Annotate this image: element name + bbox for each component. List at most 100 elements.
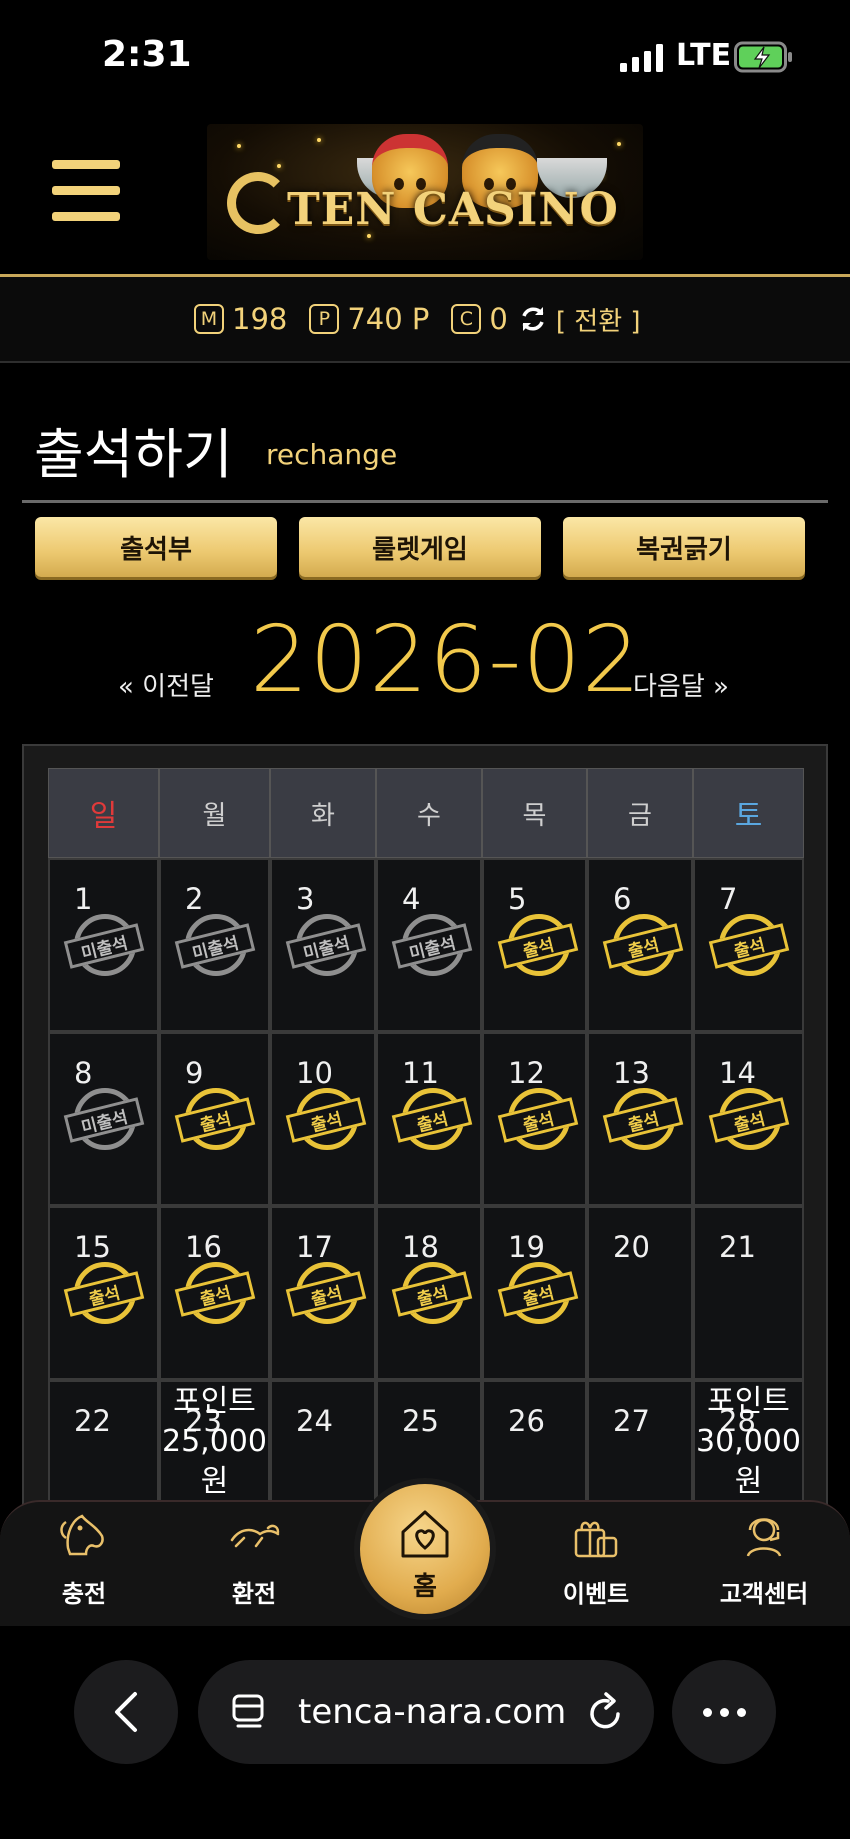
day-number: 26: [508, 1404, 545, 1438]
horse-head-icon: [60, 1514, 104, 1556]
calendar-day-cell[interactable]: 22: [48, 1380, 159, 1512]
calendar-day-cell[interactable]: 8 미출석: [48, 1032, 159, 1206]
calendar-day-cell[interactable]: 23 포인트 25,000 원: [159, 1380, 270, 1512]
nav-charge-label: 충전: [61, 1580, 107, 1608]
calendar-day-cell[interactable]: 28 포인트 30,000 원: [693, 1380, 804, 1512]
calendar-day-cell[interactable]: 20: [587, 1206, 693, 1380]
calendar-day-cell[interactable]: 14 출석: [693, 1032, 804, 1206]
nav-support[interactable]: 고객센터: [704, 1502, 824, 1628]
nav-event[interactable]: 이벤트: [536, 1502, 656, 1628]
site-logo[interactable]: TEN CASINO: [207, 124, 643, 260]
day-number: 20: [613, 1230, 650, 1264]
lottery-tab-button[interactable]: 복권긁기: [563, 517, 805, 577]
calendar-day-cell[interactable]: 1 미출석: [48, 858, 159, 1032]
day-number: 9: [185, 1056, 204, 1090]
attendance-calendar: 일월화수목금토 1 미출석 2 미출석 3 미출석 4 미출석 5 출석 6 출석 7 출석 8 미출석 9 출석…: [22, 744, 828, 1514]
day-number: 1: [74, 882, 93, 916]
calendar-day-cell[interactable]: 12 출석: [482, 1032, 587, 1206]
battery-charging-icon: [734, 41, 792, 73]
refresh-icon[interactable]: [518, 304, 548, 334]
nav-charge[interactable]: 충전: [24, 1502, 144, 1628]
calendar-day-cell[interactable]: 2 미출석: [159, 858, 270, 1032]
calendar-day-cell[interactable]: 6 출석: [587, 858, 693, 1032]
calendar-day-cell[interactable]: 11 출석: [376, 1032, 482, 1206]
nav-exchange[interactable]: 환전: [194, 1502, 314, 1628]
weekday-cell: 일: [48, 768, 159, 858]
attended-stamp-icon: 출석: [285, 1088, 367, 1154]
day-number: 19: [508, 1230, 545, 1264]
weekday-cell: 토: [693, 768, 804, 858]
next-month-link[interactable]: 다음달 »: [633, 666, 729, 703]
calendar-day-cell[interactable]: 27: [587, 1380, 693, 1512]
coin-value: 0: [489, 302, 508, 336]
attended-stamp-icon: 출석: [63, 1262, 145, 1328]
calendar-day-cell[interactable]: 13 출석: [587, 1032, 693, 1206]
day-number: 27: [613, 1404, 650, 1438]
browser-back-button[interactable]: [74, 1660, 178, 1764]
weekday-cell: 수: [376, 768, 482, 858]
calendar-day-cell[interactable]: 21: [693, 1206, 804, 1380]
calendar-week-row: 1 미출석 2 미출석 3 미출석 4 미출석 5 출석 6 출석 7 출석: [48, 858, 804, 1032]
calendar-week-row: 15 출석 16 출석 17 출석 18 출석 19 출석 20 21: [48, 1206, 804, 1380]
day-number: 22: [74, 1404, 111, 1438]
home-heart-icon: [401, 1510, 449, 1558]
address-bar[interactable]: tenca-nara.com: [198, 1660, 654, 1764]
absent-stamp-icon: 미출석: [391, 914, 473, 980]
weekday-cell: 월: [159, 768, 270, 858]
reload-icon[interactable]: [586, 1690, 626, 1734]
day-number: 12: [508, 1056, 545, 1090]
calendar-day-cell[interactable]: 16 출석: [159, 1206, 270, 1380]
more-dot-icon: [719, 1707, 729, 1717]
attended-stamp-icon: 출석: [708, 914, 790, 980]
menu-bar-icon: [52, 160, 120, 169]
nav-event-label: 이벤트: [562, 1580, 630, 1608]
calendar-day-cell[interactable]: 19 출석: [482, 1206, 587, 1380]
title-divider: [22, 500, 828, 503]
day-number: 13: [613, 1056, 650, 1090]
calendar-day-cell[interactable]: 9 출석: [159, 1032, 270, 1206]
attendance-tab-button[interactable]: 출석부: [35, 517, 277, 577]
point-value: 740 P: [347, 302, 430, 336]
day-number: 10: [296, 1056, 333, 1090]
attended-stamp-icon: 출석: [602, 914, 684, 980]
attended-stamp-icon: 출석: [391, 1088, 473, 1154]
status-time: 2:31: [102, 34, 192, 75]
attended-stamp-icon: 출석: [285, 1262, 367, 1328]
nav-home-button[interactable]: 홈: [360, 1484, 490, 1614]
calendar-day-cell[interactable]: 24: [270, 1380, 376, 1512]
day-number: 4: [402, 882, 421, 916]
site-header: TEN CASINO: [0, 110, 850, 275]
nav-exchange-label: 환전: [231, 1580, 277, 1608]
roulette-tab-button[interactable]: 룰렛게임: [299, 517, 541, 577]
swap-button[interactable]: [ 전환 ]: [556, 301, 641, 338]
more-dot-icon: [702, 1707, 712, 1717]
attended-stamp-icon: 출석: [497, 914, 579, 980]
running-horse-icon: [230, 1524, 280, 1548]
point-badge: P: [309, 304, 340, 334]
calendar-day-cell[interactable]: 5 출석: [482, 858, 587, 1032]
calendar-day-cell[interactable]: 7 출석: [693, 858, 804, 1032]
browser-more-button[interactable]: [672, 1660, 776, 1764]
calendar-day-cell[interactable]: 15 출석: [48, 1206, 159, 1380]
calendar-day-cell[interactable]: 26: [482, 1380, 587, 1512]
day-number: 21: [719, 1230, 756, 1264]
logo-text: TEN CASINO: [287, 184, 619, 235]
prev-month-link[interactable]: « 이전달: [118, 666, 214, 703]
url-text: tenca-nara.com: [298, 1692, 567, 1732]
attended-stamp-icon: 출석: [708, 1088, 790, 1154]
reward-label: 포인트 25,000 원: [162, 1384, 267, 1499]
weekday-cell: 화: [270, 768, 376, 858]
calendar-day-cell[interactable]: 18 출석: [376, 1206, 482, 1380]
calendar-day-cell[interactable]: 4 미출석: [376, 858, 482, 1032]
calendar-day-cell[interactable]: 10 출석: [270, 1032, 376, 1206]
calendar-day-cell[interactable]: 17 출석: [270, 1206, 376, 1380]
calendar-day-cell[interactable]: 3 미출석: [270, 858, 376, 1032]
day-number: 11: [402, 1056, 439, 1090]
attended-stamp-icon: 출석: [602, 1088, 684, 1154]
headset-agent-icon: [746, 1518, 782, 1557]
page-title: 출석하기: [34, 423, 233, 486]
signal-icon: [620, 44, 663, 72]
calendar-body: 1 미출석 2 미출석 3 미출석 4 미출석 5 출석 6 출석 7 출석 8 미출석 9 출석 10 출석 11 출석…: [48, 858, 804, 1512]
gift-icon: [574, 1521, 618, 1558]
hamburger-menu-button[interactable]: [52, 160, 120, 221]
